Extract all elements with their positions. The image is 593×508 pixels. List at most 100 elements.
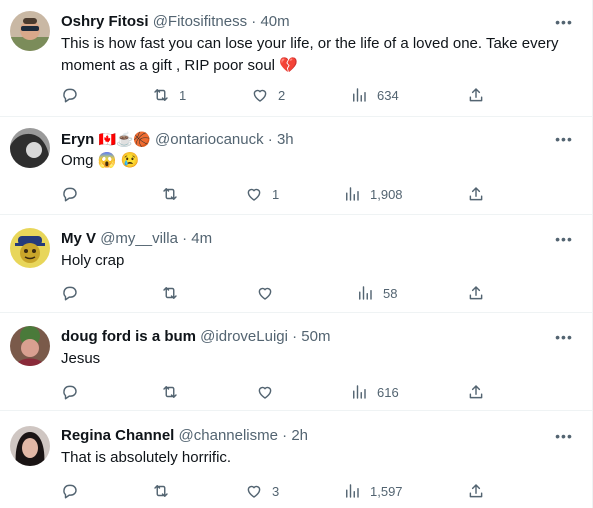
reply-button[interactable]: [61, 481, 79, 501]
share-icon: [469, 484, 483, 498]
reply-icon: [63, 88, 77, 103]
tweet-text-line: That is absolutely horrific.: [61, 449, 232, 466]
author-name[interactable]: Oshry Fitosi: [61, 13, 149, 30]
tweet-text: Omg 😱 😢: [61, 150, 566, 172]
like-count: 2: [278, 87, 286, 103]
timestamp[interactable]: 4m: [191, 230, 212, 247]
timestamp[interactable]: 2h: [291, 427, 308, 444]
reply-icon: [63, 484, 77, 499]
like-count: 3: [272, 483, 280, 499]
views-button[interactable]: 1,908: [343, 184, 403, 204]
tweet-text: This is how fast you can lose your life,…: [61, 33, 566, 77]
views-icon: [346, 484, 359, 498]
like-button[interactable]: 1: [245, 184, 279, 204]
views-icon: [346, 187, 359, 201]
separator-dot: ·: [282, 427, 288, 444]
retweet-button[interactable]: 1: [152, 85, 186, 105]
views-button[interactable]: 58: [356, 283, 397, 303]
retweet-count: 1: [179, 87, 187, 103]
share-button[interactable]: [467, 85, 485, 105]
like-button[interactable]: 2: [251, 85, 285, 105]
author-handle[interactable]: @channelisme: [179, 427, 278, 444]
author-handle[interactable]: @ontariocanuck: [155, 131, 264, 148]
reply-icon: [63, 286, 77, 301]
separator-dot: ·: [292, 328, 298, 345]
separator-dot: ·: [267, 131, 273, 148]
tweet-text-line: Omg 😱 😢: [61, 152, 140, 169]
reply-feed: Oshry Fitosi @Fitosifitness · 40m ••• Th…: [0, 0, 593, 508]
view-count: 1,908: [370, 186, 403, 202]
reply-button[interactable]: [61, 283, 79, 303]
views-button[interactable]: 1,597: [343, 481, 403, 501]
views-button[interactable]: 634: [350, 85, 399, 105]
like-button[interactable]: [256, 283, 274, 303]
tweet[interactable]: doug ford is a bum @idroveLuigi · 50m ••…: [0, 313, 592, 411]
author-handle[interactable]: @my__villa: [100, 230, 178, 247]
more-icon[interactable]: •••: [554, 132, 574, 152]
more-icon[interactable]: •••: [554, 330, 574, 350]
share-button[interactable]: [467, 481, 485, 501]
retweet-button[interactable]: [152, 481, 170, 501]
reply-icon: [63, 385, 77, 400]
tweet-text-line: This is how fast you can lose your life,…: [61, 35, 559, 52]
views-button[interactable]: 616: [350, 382, 399, 402]
tweet-text-line: Jesus: [61, 350, 101, 367]
tweet-header: Oshry Fitosi @Fitosifitness · 40m: [61, 12, 552, 32]
more-icon[interactable]: •••: [554, 15, 574, 35]
tweet-header: My V @my__villa · 4m: [61, 229, 552, 249]
timestamp[interactable]: 3h: [277, 131, 294, 148]
separator-dot: ·: [251, 13, 257, 30]
avatar[interactable]: [10, 426, 50, 466]
avatar[interactable]: [10, 326, 50, 366]
author-name[interactable]: Regina Channel: [61, 427, 174, 444]
reply-icon: [63, 187, 77, 202]
retweet-icon: [163, 287, 177, 299]
like-icon: [247, 485, 261, 498]
reply-button[interactable]: [61, 184, 79, 204]
like-icon: [247, 188, 261, 201]
author-name[interactable]: doug ford is a bum: [61, 328, 196, 345]
more-icon[interactable]: •••: [554, 232, 574, 252]
reply-button[interactable]: [61, 85, 79, 105]
view-count: 1,597: [370, 483, 403, 499]
tweet[interactable]: Regina Channel @channelisme · 2h ••• Tha…: [0, 411, 592, 508]
retweet-button[interactable]: [161, 283, 179, 303]
tweet-header: doug ford is a bum @idroveLuigi · 50m: [61, 327, 552, 347]
like-icon: [253, 89, 267, 102]
share-button[interactable]: [467, 382, 485, 402]
view-count: 58: [383, 285, 398, 301]
like-icon: [258, 386, 272, 399]
author-handle[interactable]: @Fitosifitness: [153, 13, 247, 30]
share-icon: [469, 187, 483, 201]
like-button[interactable]: 3: [245, 481, 279, 501]
avatar[interactable]: [10, 128, 50, 168]
timestamp[interactable]: 40m: [260, 13, 289, 30]
tweet[interactable]: My V @my__villa · 4m ••• Holy crap 58: [0, 215, 592, 313]
author-name[interactable]: My V: [61, 230, 96, 247]
share-icon: [469, 385, 483, 399]
author-handle[interactable]: @idroveLuigi: [200, 328, 288, 345]
views-icon: [353, 385, 366, 399]
tweet[interactable]: Eryn 🇨🇦☕🏀 @ontariocanuck · 3h ••• Omg 😱 …: [0, 117, 592, 215]
tweet-text: Jesus: [61, 348, 566, 370]
share-button[interactable]: [467, 283, 485, 303]
tweet-header: Eryn 🇨🇦☕🏀 @ontariocanuck · 3h: [61, 129, 552, 149]
author-name[interactable]: Eryn: [61, 131, 94, 148]
retweet-button[interactable]: [161, 382, 179, 402]
view-count: 616: [377, 384, 399, 400]
like-count: 1: [272, 186, 280, 202]
retweet-icon: [154, 89, 168, 101]
more-icon[interactable]: •••: [554, 429, 574, 449]
views-icon: [359, 286, 372, 300]
like-button[interactable]: [256, 382, 274, 402]
share-button[interactable]: [467, 184, 485, 204]
tweet[interactable]: Oshry Fitosi @Fitosifitness · 40m ••• Th…: [0, 0, 592, 117]
name-emoji: 🇨🇦☕🏀: [98, 131, 151, 147]
reply-button[interactable]: [61, 382, 79, 402]
avatar[interactable]: [10, 228, 50, 268]
timestamp[interactable]: 50m: [301, 328, 330, 345]
retweet-icon: [163, 188, 177, 200]
retweet-button[interactable]: [161, 184, 179, 204]
avatar[interactable]: [10, 11, 50, 51]
separator-dot: ·: [182, 230, 188, 247]
